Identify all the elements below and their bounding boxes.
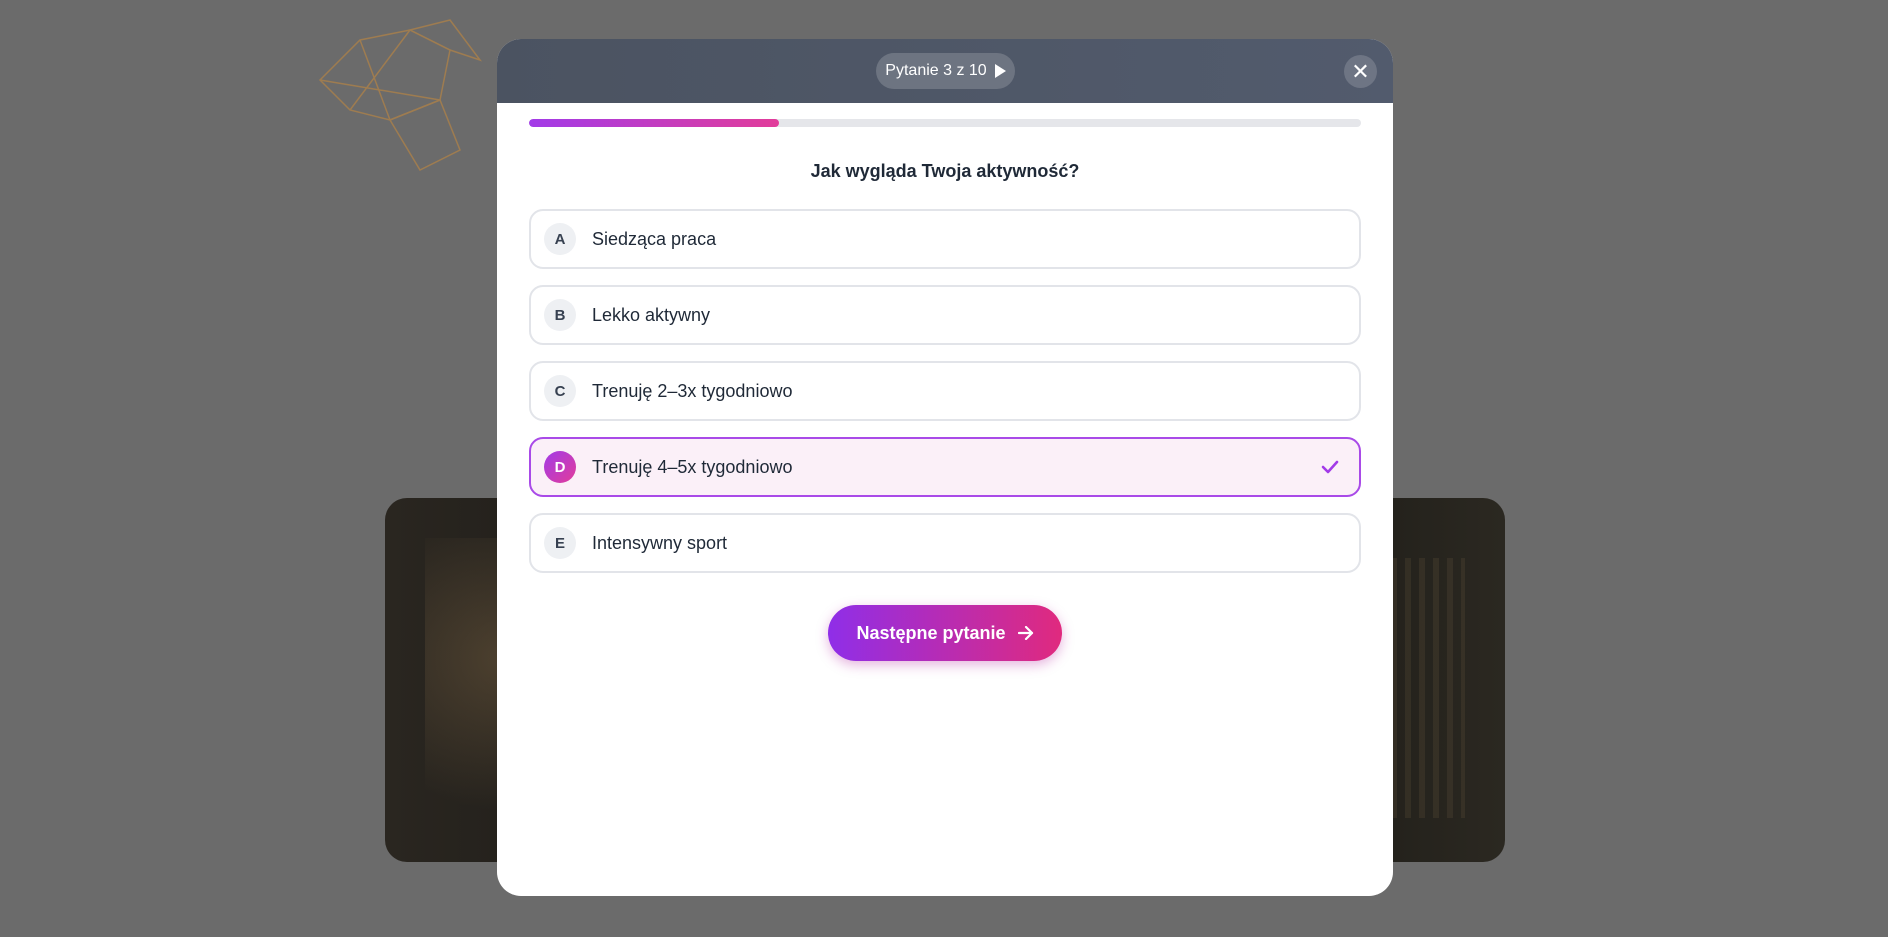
- check-icon: [1321, 460, 1339, 474]
- option-b[interactable]: B Lekko aktywny: [529, 285, 1361, 345]
- next-question-label: Następne pytanie: [856, 622, 1006, 643]
- option-c[interactable]: C Trenuję 2–3x tygodniowo: [529, 361, 1361, 421]
- background-decoration: [310, 10, 510, 180]
- close-button[interactable]: ✕: [1344, 55, 1377, 88]
- question-counter-label: Pytanie 3 z 10: [885, 62, 987, 79]
- option-label: Trenuję 2–3x tygodniowo: [592, 380, 793, 401]
- quiz-modal: Pytanie 3 z 10 ✕ Jak wygląda Twoja aktyw…: [497, 39, 1393, 896]
- option-letter: D: [544, 451, 576, 483]
- next-question-button[interactable]: Następne pytanie: [828, 605, 1062, 661]
- option-label: Siedząca praca: [592, 228, 717, 249]
- option-label: Lekko aktywny: [592, 304, 711, 325]
- option-a[interactable]: A Siedząca praca: [529, 209, 1361, 269]
- modal-header: Pytanie 3 z 10 ✕: [497, 39, 1393, 103]
- arrow-right-icon: [1017, 626, 1033, 640]
- option-e[interactable]: E Intensywny sport: [529, 513, 1361, 573]
- geometric-pattern-icon: [318, 19, 483, 171]
- option-letter: E: [544, 527, 576, 559]
- option-label: Trenuję 4–5x tygodniowo: [592, 456, 793, 477]
- question-title: Jak wygląda Twoja aktywność?: [810, 161, 1080, 181]
- option-d[interactable]: D Trenuję 4–5x tygodniowo: [529, 437, 1361, 497]
- option-letter: A: [544, 223, 576, 255]
- question-counter: Pytanie 3 z 10: [876, 53, 1015, 89]
- progress-bar-fill: [529, 119, 779, 127]
- play-icon: [994, 64, 1006, 78]
- close-icon: ✕: [1351, 58, 1370, 84]
- option-letter: B: [544, 299, 576, 331]
- answer-options: A Siedząca praca B Lekko aktywny C Trenu…: [529, 209, 1361, 589]
- option-label: Intensywny sport: [592, 532, 728, 553]
- progress-bar: [529, 119, 1361, 127]
- option-letter: C: [544, 375, 576, 407]
